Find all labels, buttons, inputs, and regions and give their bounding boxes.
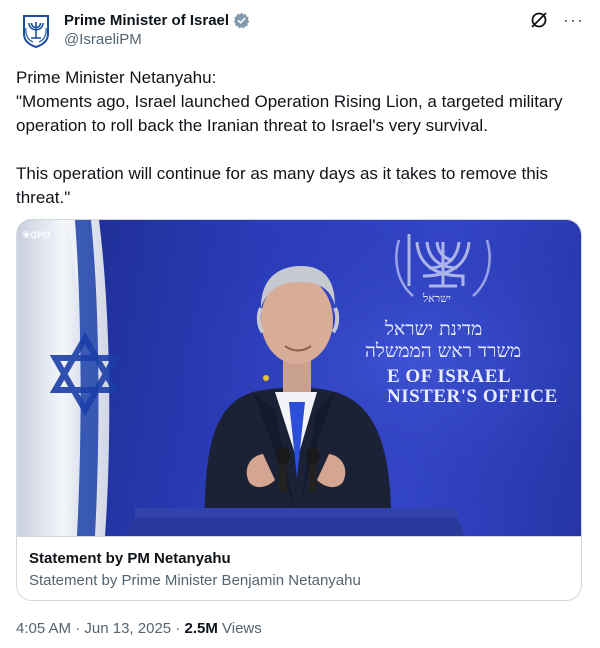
meta-separator: ·: [71, 620, 85, 637]
author-display-name[interactable]: Prime Minister of Israel: [64, 11, 229, 30]
gpo-label: GPO: [30, 230, 51, 240]
sign-english-line-1: E OF ISRAEL: [387, 366, 512, 387]
header-actions: ···: [529, 10, 584, 30]
more-icon[interactable]: ···: [563, 11, 584, 29]
video-thumbnail[interactable]: ❀GPO ישראל מדינת ישראל משרד ראש הממשלה E…: [17, 220, 581, 536]
verified-badge-icon[interactable]: [233, 12, 250, 29]
author-names: Prime Minister of Israel @IsraeliPM: [64, 11, 250, 50]
tweet-text: Prime Minister Netanyahu: "Moments ago, …: [16, 68, 563, 207]
author-handle[interactable]: @IsraeliPM: [64, 30, 250, 50]
avatar[interactable]: [16, 10, 56, 50]
gpo-watermark: ❀GPO: [22, 230, 50, 241]
card-footer[interactable]: Statement by PM Netanyahu Statement by P…: [17, 536, 581, 600]
views-count[interactable]: 2.5M: [184, 620, 217, 637]
sign-english-line-2: NISTER'S OFFICE: [387, 386, 558, 407]
sign-hebrew-emblem: ישראל: [423, 292, 451, 305]
card-title: Statement by PM Netanyahu: [29, 550, 231, 567]
tweet-header: Prime Minister of Israel @IsraeliPM ···: [16, 8, 584, 52]
tweet-time[interactable]: 4:05 AM: [16, 620, 71, 637]
meta-separator-2: ·: [171, 620, 185, 637]
grok-icon[interactable]: [529, 10, 549, 30]
media-card[interactable]: ❀GPO ישראל מדינת ישראל משרד ראש הממשלה E…: [16, 219, 582, 601]
tweet-date[interactable]: Jun 13, 2025: [84, 620, 171, 637]
views-label: Views: [217, 620, 262, 637]
card-description: Statement by Prime Minister Benjamin Net…: [29, 572, 361, 589]
sign-hebrew-line-2: משרד ראש הממשלה: [365, 340, 522, 362]
author-display-name-row[interactable]: Prime Minister of Israel: [64, 11, 250, 30]
tweet-meta: 4:05 AM · Jun 13, 2025 · 2.5M Views: [16, 619, 262, 639]
sign-hebrew-line-1: מדינת ישראל: [385, 318, 483, 340]
